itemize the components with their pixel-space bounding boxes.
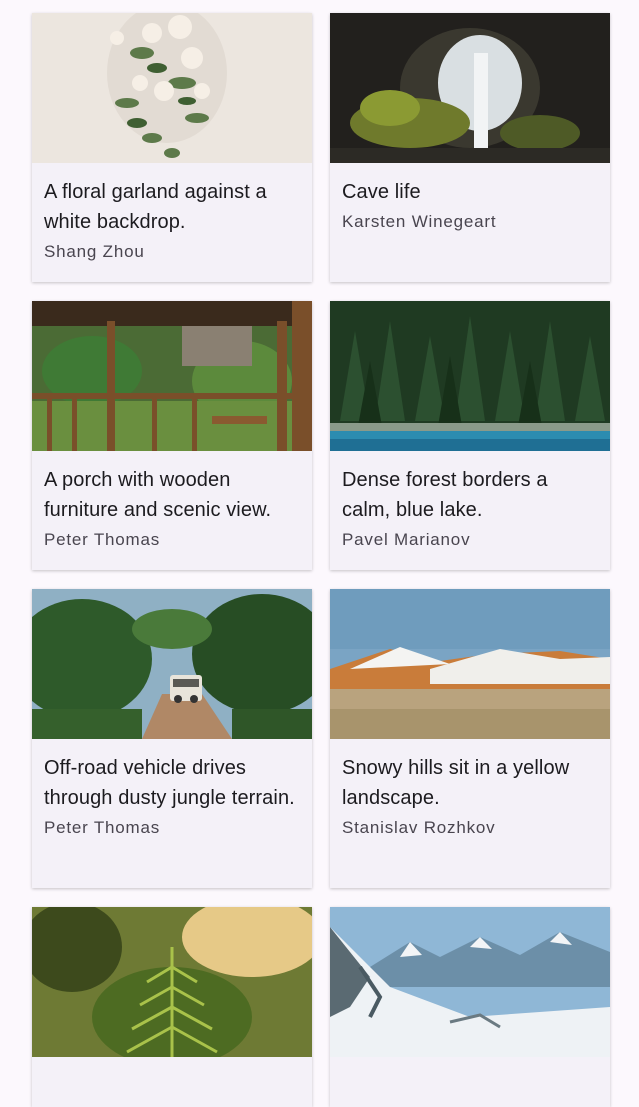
snowy-mountains-photo	[330, 907, 610, 1057]
photo-card[interactable]: Off-road vehicle drives through dusty ju…	[32, 589, 312, 888]
photo-card[interactable]: Dense forest borders a calm, blue lake. …	[330, 301, 610, 570]
photo-card[interactable]	[32, 907, 312, 1107]
card-author: Peter Thomas	[44, 530, 161, 549]
photo-card[interactable]	[330, 907, 610, 1107]
card-author: Peter Thomas	[44, 818, 161, 837]
floral-garland-photo	[32, 13, 312, 163]
offroad-vehicle-photo	[32, 589, 312, 739]
photo-card[interactable]: A floral garland against a white backdro…	[32, 13, 312, 282]
photo-card[interactable]: Cave life Karsten Winegeart	[330, 13, 610, 282]
snowy-hills-photo	[330, 589, 610, 739]
card-author: Pavel Marianov	[342, 530, 471, 549]
cave-waterfall-photo	[330, 13, 610, 163]
card-author: Karsten Winegeart	[342, 212, 497, 231]
photo-card[interactable]: Snowy hills sit in a yellow landscape. S…	[330, 589, 610, 888]
fern-forest-photo	[32, 907, 312, 1057]
card-title: Cave life	[342, 181, 421, 203]
porch-photo	[32, 301, 312, 451]
card-title: A floral garland against a white backdro…	[44, 181, 267, 233]
card-title: Dense forest borders a calm, blue lake.	[342, 469, 548, 521]
card-author: Stanislav Rozhkov	[342, 818, 496, 837]
card-title: Snowy hills sit in a yellow landscape.	[342, 757, 570, 809]
photo-card[interactable]: A porch with wooden furniture and scenic…	[32, 301, 312, 570]
card-title: Off-road vehicle drives through dusty ju…	[44, 757, 295, 809]
card-title: A porch with wooden furniture and scenic…	[44, 469, 272, 521]
card-author: Shang Zhou	[44, 242, 145, 261]
forest-lake-photo	[330, 301, 610, 451]
